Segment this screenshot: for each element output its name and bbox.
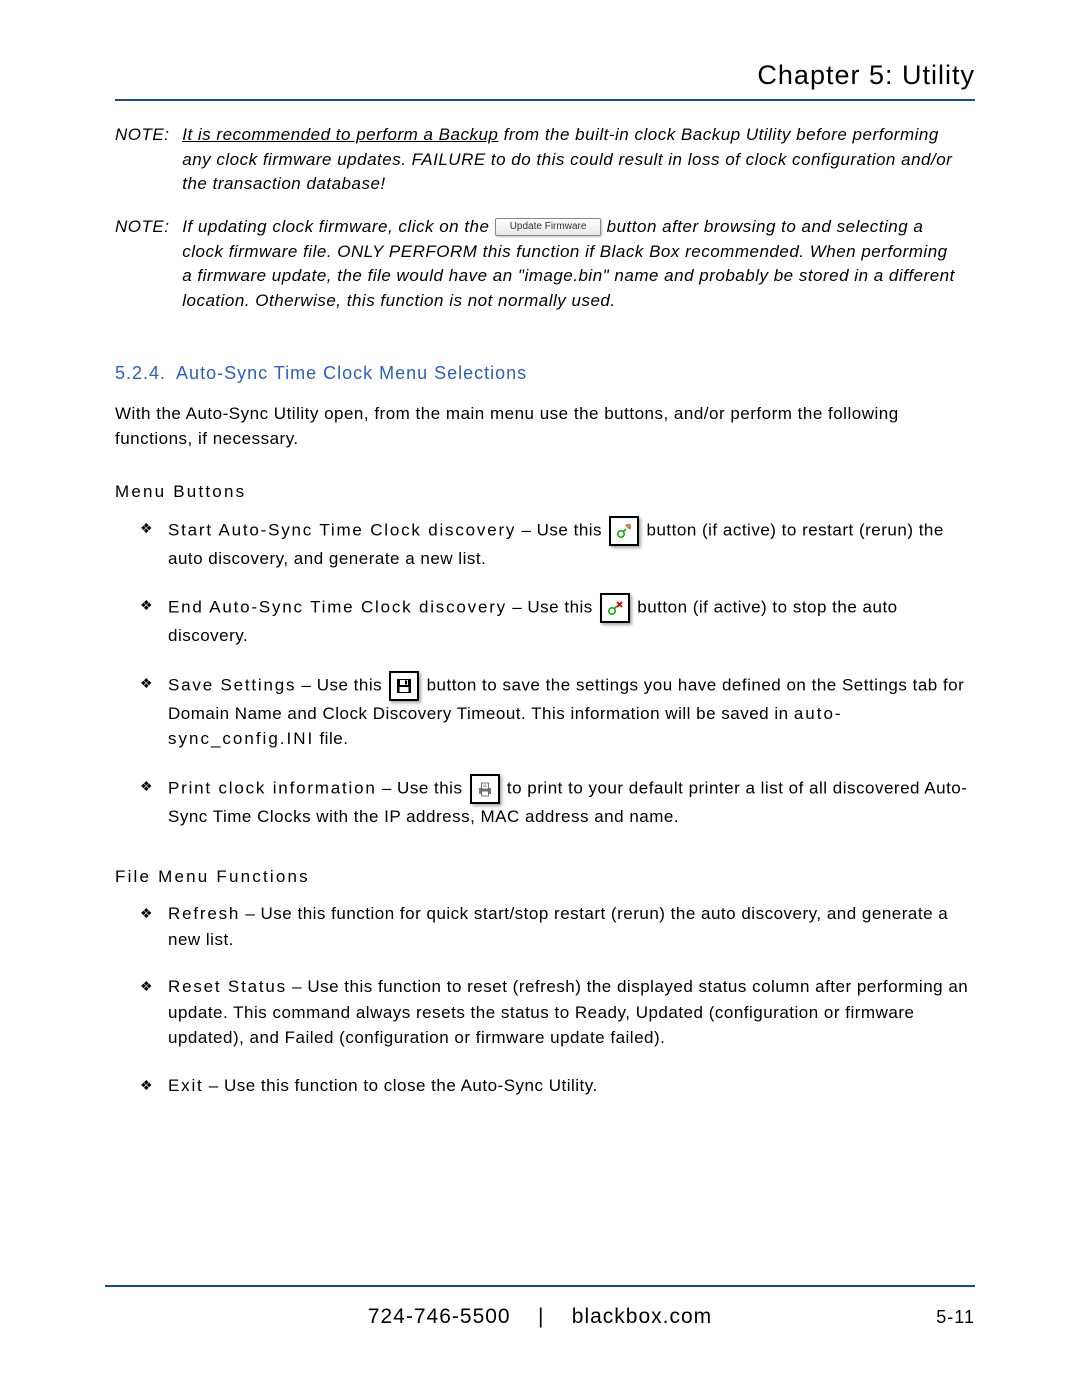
note-label: NOTE: [115,215,177,240]
section-number: 5.2.4. [115,363,166,383]
item-text: – Use this function to reset (refresh) t… [168,977,968,1047]
list-item: End Auto-Sync Time Clock discovery – Use… [140,593,975,649]
item-lead: Start Auto-Sync Time Clock discovery [168,520,516,539]
item-text: – Use this [507,598,598,617]
item-text: – Use this [516,520,607,539]
item-lead: Save Settings [168,675,296,694]
footer-line: 724-746-5500 | blackbox.com 5-11 [105,1305,975,1329]
note-body: If updating clock firmware, click on the… [182,215,962,314]
item-lead: Exit [168,1076,204,1095]
note-body: It is recommended to perform a Backup fr… [182,123,962,197]
chapter-title: Chapter 5: Utility [115,60,975,91]
item-lead: End Auto-Sync Time Clock discovery [168,598,507,617]
list-item: Refresh – Use this function for quick st… [140,901,975,952]
note-backup: NOTE: It is recommended to perform a Bac… [115,123,975,197]
footer-rule [105,1285,975,1287]
item-text: – Use this function to close the Auto-Sy… [204,1076,598,1095]
list-item: Save Settings – Use this button to save … [140,671,975,752]
file-menu-heading: File Menu Functions [115,867,975,887]
item-lead: Print clock information [168,778,377,797]
footer-sep: | [538,1305,544,1328]
header-rule [115,99,975,101]
update-firmware-button[interactable]: Update Firmware [495,218,602,236]
page-number: 5-11 [936,1307,975,1328]
note-underlined: It is recommended to perform a Backup [182,125,498,144]
discover-start-icon[interactable] [609,516,639,546]
list-item: Reset Status – Use this function to rese… [140,974,975,1051]
page-footer: 724-746-5500 | blackbox.com 5-11 [105,1285,975,1329]
item-text: file. [314,729,348,748]
list-item: Print clock information – Use this to pr… [140,774,975,830]
save-icon[interactable] [389,671,419,701]
menu-buttons-list: Start Auto-Sync Time Clock discovery – U… [115,516,975,830]
footer-phone: 724-746-5500 [368,1305,511,1328]
item-text: – Use this [377,778,468,797]
list-item: Start Auto-Sync Time Clock discovery – U… [140,516,975,572]
menu-buttons-heading: Menu Buttons [115,482,975,502]
discover-end-icon[interactable] [600,593,630,623]
section-heading: 5.2.4. Auto-Sync Time Clock Menu Selectio… [115,363,975,384]
print-icon[interactable] [470,774,500,804]
item-lead: Refresh [168,904,240,923]
note-pre: If updating clock firmware, click on the [182,217,494,236]
footer-site: blackbox.com [572,1305,712,1328]
item-text: – Use this function for quick start/stop… [168,904,948,949]
file-menu-list: Refresh – Use this function for quick st… [115,901,975,1098]
page: Chapter 5: Utility NOTE: It is recommend… [0,0,1080,1397]
item-lead: Reset Status [168,977,287,996]
list-item: Exit – Use this function to close the Au… [140,1073,975,1099]
section-title: Auto-Sync Time Clock Menu Selections [176,363,527,383]
note-label: NOTE: [115,123,177,148]
note-firmware: NOTE: If updating clock firmware, click … [115,215,975,314]
intro-paragraph: With the Auto-Sync Utility open, from th… [115,402,975,451]
item-text: – Use this [296,675,387,694]
